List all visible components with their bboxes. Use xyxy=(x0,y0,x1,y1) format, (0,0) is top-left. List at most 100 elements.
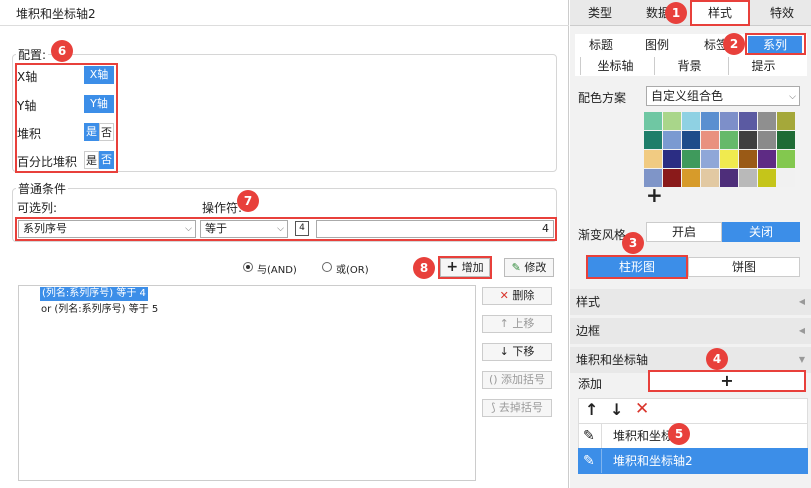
pencil-icon: ✎ xyxy=(583,453,595,469)
tab-effect[interactable]: 特效 xyxy=(754,0,810,26)
chevron-down-icon: ⌵ xyxy=(789,92,796,102)
gradient-on-button[interactable]: 开启 xyxy=(646,222,722,242)
arrow-down-icon[interactable]: ↓ xyxy=(610,400,623,419)
arrow-up-icon[interactable]: ↑ xyxy=(585,400,598,419)
color-swatch[interactable] xyxy=(720,169,738,187)
move-down-label: 下移 xyxy=(512,345,535,358)
subtab-tooltip[interactable]: 提示 xyxy=(728,57,798,75)
delete-button[interactable]: ✕ 删除 xyxy=(482,287,552,305)
color-swatch[interactable] xyxy=(644,150,662,168)
highlight-box-series-subtab xyxy=(745,33,806,55)
color-scheme-label: 配色方案 xyxy=(578,91,627,105)
color-swatch[interactable] xyxy=(777,150,795,168)
color-swatch[interactable] xyxy=(739,169,757,187)
color-swatch[interactable] xyxy=(663,112,681,130)
annotation-badge-3: 3 xyxy=(622,232,644,254)
color-swatch[interactable] xyxy=(682,169,700,187)
subtab-axis[interactable]: 坐标轴 xyxy=(580,57,650,75)
color-swatch[interactable] xyxy=(644,131,662,149)
arrow-down-icon: ↓ xyxy=(499,345,509,358)
section-style-label: 样式 xyxy=(576,295,601,309)
annotation-badge-8: 8 xyxy=(413,257,435,279)
section-style[interactable]: 样式 ◀ xyxy=(570,289,811,315)
add-label: 添加 xyxy=(578,377,603,391)
color-swatch[interactable] xyxy=(739,112,757,130)
color-swatch[interactable] xyxy=(777,131,795,149)
color-swatch[interactable] xyxy=(777,112,795,130)
annotation-badge-7: 7 xyxy=(237,190,259,212)
color-swatch[interactable] xyxy=(682,131,700,149)
pencil-icon: ✎ xyxy=(583,428,595,444)
collapse-arrow-icon: ◀ xyxy=(798,297,805,306)
and-label: 与(AND) xyxy=(257,265,297,276)
stack-list-item-selected[interactable]: ✎ 堆积和坐标轴2 xyxy=(578,448,808,474)
color-scheme-value: 自定义组合色 xyxy=(651,89,724,103)
dialog-title: 堆积和坐标轴2 xyxy=(16,7,96,21)
color-swatch[interactable] xyxy=(758,112,776,130)
section-border-label: 边框 xyxy=(576,324,601,338)
modify-condition-button[interactable]: ✎ 修改 xyxy=(504,258,554,277)
subtab-legend[interactable]: 图例 xyxy=(632,36,682,54)
gradient-label: 渐变风格 xyxy=(578,228,627,242)
add-parenthesis-label: 添加括号 xyxy=(501,373,546,386)
annotation-badge-2: 2 xyxy=(723,33,745,55)
highlight-box-config xyxy=(15,63,118,173)
section-border[interactable]: 边框 ◀ xyxy=(570,318,811,344)
tab-type[interactable]: 类型 xyxy=(572,0,628,26)
arrow-up-icon: ↑ xyxy=(499,317,509,330)
color-swatch[interactable] xyxy=(758,131,776,149)
condition-item[interactable]: or (列名:系列序号) 等于 5 xyxy=(41,303,158,317)
color-swatch[interactable] xyxy=(663,169,681,187)
color-swatch[interactable] xyxy=(663,150,681,168)
color-scheme-select[interactable]: 自定义组合色 ⌵ xyxy=(646,86,800,106)
color-swatch[interactable] xyxy=(720,112,738,130)
or-radio[interactable] xyxy=(322,262,332,272)
stack-item-label: 堆积和坐标轴2 xyxy=(613,454,693,468)
color-swatch[interactable] xyxy=(682,112,700,130)
color-swatch[interactable] xyxy=(720,150,738,168)
modify-condition-label: 修改 xyxy=(524,261,547,274)
move-down-button[interactable]: ↓ 下移 xyxy=(482,343,552,361)
color-swatch[interactable] xyxy=(644,112,662,130)
collapse-arrow-icon: ◀ xyxy=(798,326,805,335)
color-swatch[interactable] xyxy=(758,150,776,168)
color-swatch-grid[interactable] xyxy=(644,112,795,188)
condition-item-selected[interactable]: (列名:系列序号) 等于 4 xyxy=(40,287,148,301)
condition-list[interactable]: (列名:系列序号) 等于 4 or (列名:系列序号) 等于 5 xyxy=(18,285,476,481)
annotation-badge-1: 1 xyxy=(665,2,687,24)
dialog-titlebar: 堆积和坐标轴2 xyxy=(0,0,569,26)
color-swatch[interactable] xyxy=(701,112,719,130)
shape-pie-button[interactable]: 饼图 xyxy=(688,257,800,277)
remove-parenthesis-icon: ⟆ xyxy=(491,401,496,414)
radio-dot-icon xyxy=(246,265,250,269)
color-swatch[interactable] xyxy=(682,150,700,168)
config-legend: 配置: xyxy=(16,46,49,63)
or-label: 或(OR) xyxy=(336,265,369,276)
subtab-title[interactable]: 标题 xyxy=(576,36,626,54)
color-swatch[interactable] xyxy=(739,131,757,149)
add-color-icon[interactable]: + xyxy=(646,185,663,205)
and-radio[interactable] xyxy=(243,262,253,272)
color-swatch[interactable] xyxy=(701,150,719,168)
delete-icon[interactable]: ✕ xyxy=(635,399,649,419)
subtab-background[interactable]: 背景 xyxy=(654,57,724,75)
move-up-label: 上移 xyxy=(512,317,535,330)
section-stack-label: 堆积和坐标轴 xyxy=(576,353,649,367)
color-swatch[interactable] xyxy=(739,150,757,168)
color-swatch[interactable] xyxy=(663,131,681,149)
annotation-badge-4: 4 xyxy=(706,348,728,370)
add-parenthesis-button[interactable]: () 添加括号 xyxy=(482,371,552,389)
highlight-box-style-tab xyxy=(690,0,750,26)
stack-list-item[interactable]: ✎ 堆积和坐标轴 xyxy=(578,423,808,449)
color-swatch[interactable] xyxy=(720,131,738,149)
highlight-box-add xyxy=(648,370,806,392)
color-swatch[interactable] xyxy=(701,131,719,149)
remove-parenthesis-button[interactable]: ⟆ 去掉括号 xyxy=(482,399,552,417)
color-swatch[interactable] xyxy=(701,169,719,187)
color-swatch[interactable] xyxy=(777,169,795,187)
color-swatch[interactable] xyxy=(758,169,776,187)
column-label: 可选列: xyxy=(17,201,58,215)
gradient-off-button[interactable]: 关闭 xyxy=(722,222,800,242)
edit-icon: ✎ xyxy=(511,261,521,274)
move-up-button[interactable]: ↑ 上移 xyxy=(482,315,552,333)
